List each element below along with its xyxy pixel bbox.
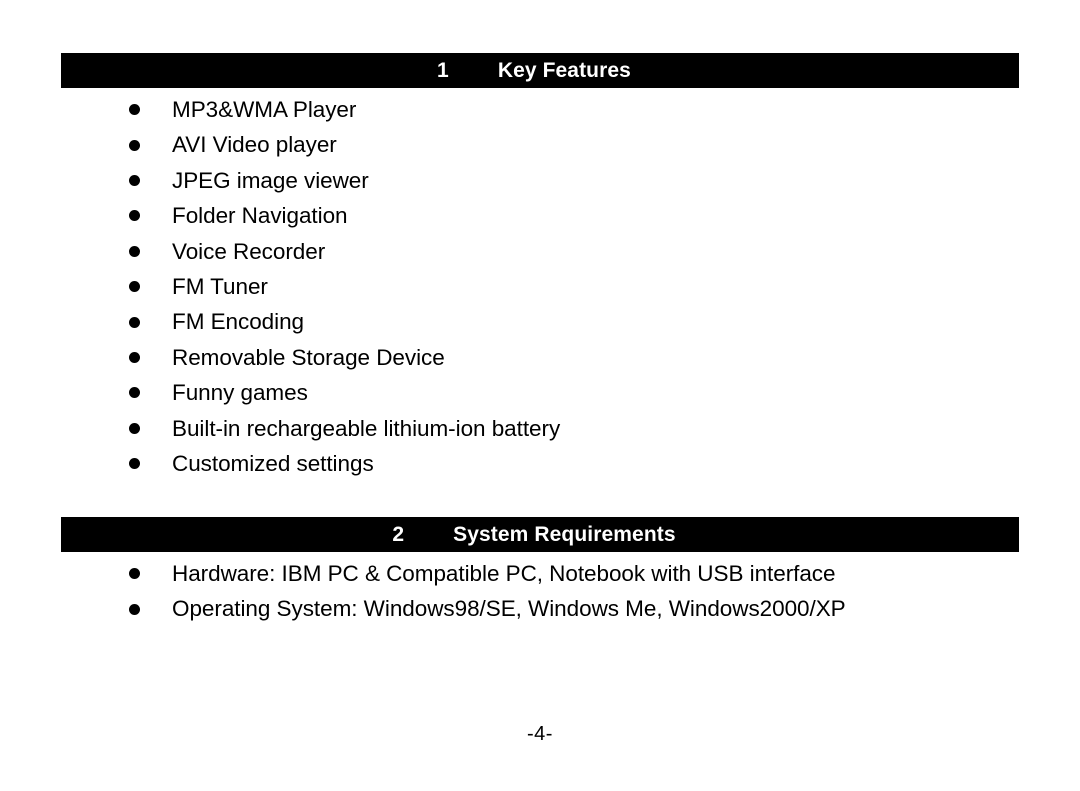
- list-item-label: Built-in rechargeable lithium-ion batter…: [172, 415, 561, 441]
- bullet-icon: [129, 603, 140, 615]
- bullet-icon: [129, 316, 140, 328]
- bullet-icon: [129, 568, 140, 580]
- bullet-icon: [129, 458, 140, 470]
- section-title: System Requirements: [453, 523, 676, 546]
- list-item-label: Folder Navigation: [172, 203, 348, 229]
- section-header-system-requirements: 2 System Requirements: [61, 517, 1019, 552]
- list-item-label: MP3&WMA Player: [172, 97, 357, 122]
- section-header-key-features: 1 Key Features: [61, 53, 1019, 88]
- list-item-label: Removable Storage Device: [172, 344, 445, 370]
- document-page: 1 Key Features MP3&WMA Player AVI Video …: [0, 0, 1080, 791]
- list-item-label: Customized settings: [172, 450, 374, 476]
- bullet-icon: [129, 210, 140, 222]
- bullet-icon: [129, 104, 140, 116]
- list-item-label: Funny games: [172, 380, 308, 406]
- bullet-icon: [129, 139, 140, 151]
- list-item-label: Operating System: Windows98/SE, Windows …: [172, 596, 846, 622]
- bullet-icon: [129, 351, 140, 363]
- bullet-icon: [129, 422, 140, 434]
- section-number: 2: [392, 523, 405, 546]
- bullet-icon: [129, 245, 140, 257]
- list-item-label: FM Encoding: [172, 309, 305, 335]
- list-item-label: FM Tuner: [172, 273, 268, 299]
- section-title: Key Features: [497, 59, 631, 82]
- list-item-label: AVI Video player: [172, 132, 337, 158]
- page-number: -4-: [527, 723, 553, 745]
- section-header-content: 2 System Requirements: [392, 524, 675, 545]
- bullet-icon: [129, 281, 140, 293]
- bullet-icon: [129, 387, 140, 399]
- section-header-content: 1 Key Features: [437, 60, 631, 81]
- list-item-label: Voice Recorder: [172, 238, 326, 264]
- bullet-icon: [129, 174, 140, 186]
- list-item-label: JPEG image viewer: [172, 167, 369, 193]
- section-number: 1: [437, 59, 449, 82]
- list-item-label: Hardware: IBM PC & Compatible PC, Notebo…: [172, 561, 836, 586]
